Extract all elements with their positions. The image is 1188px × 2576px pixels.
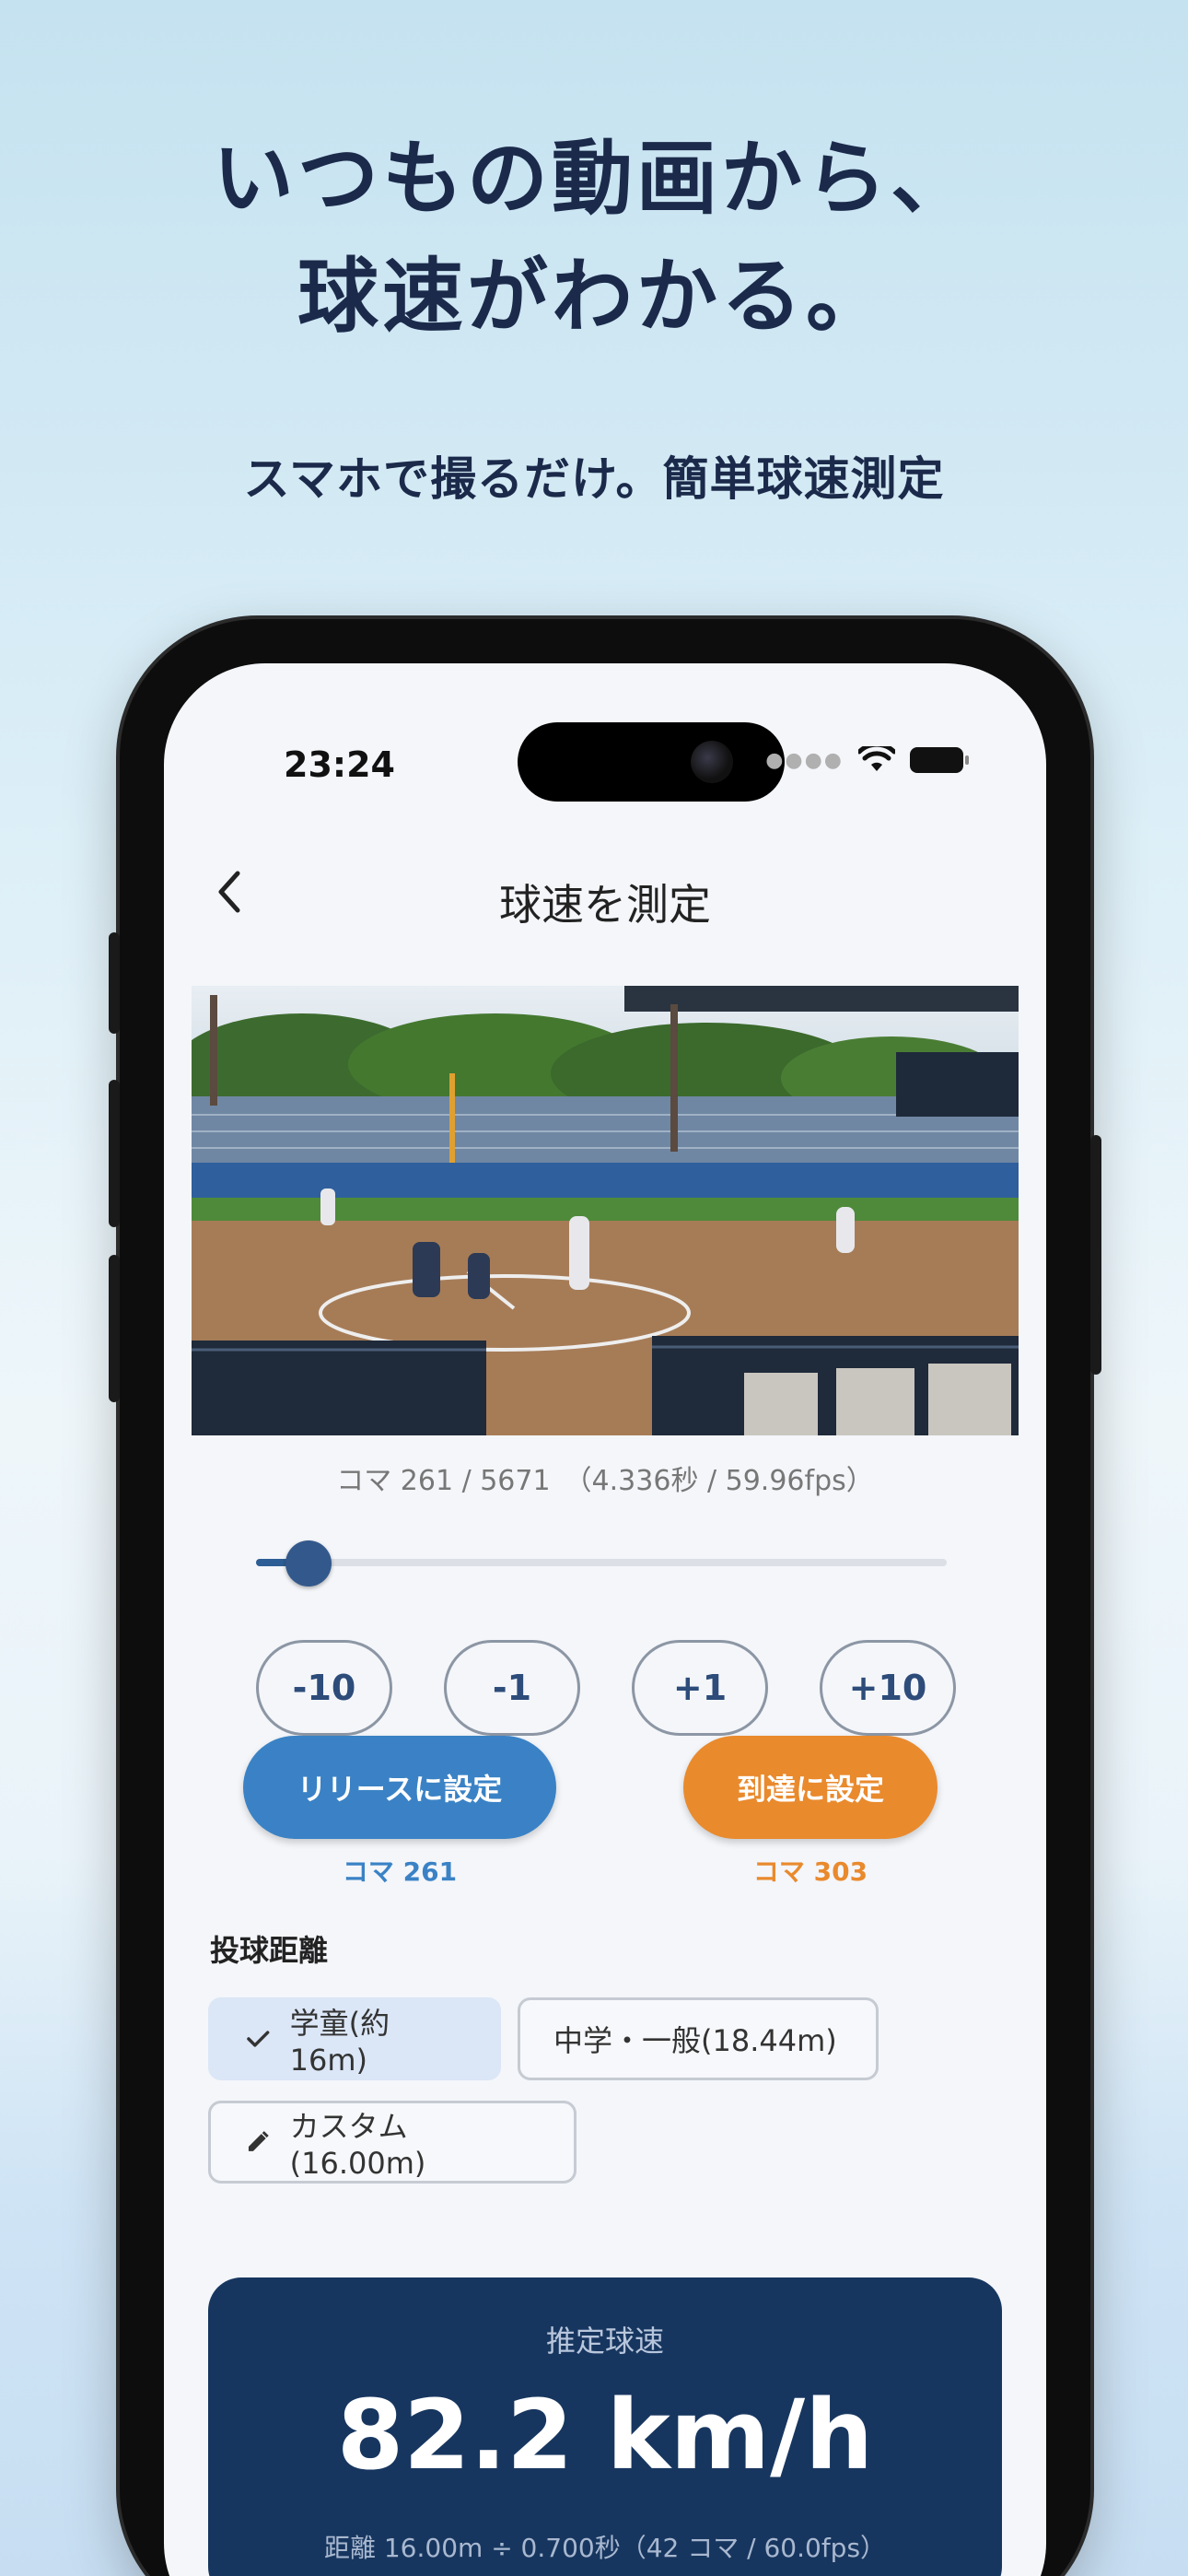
volume-up-button [109,1080,120,1227]
arrival-frame-label: コマ 303 [752,1856,868,1887]
step-plus-1-button[interactable]: +1 [632,1640,768,1736]
distance-chip-label: 中学・一般(18.44m) [553,2023,837,2058]
distance-chip-label: 学童(約16m) [289,2006,390,2078]
phone-frame: 23:24 ●●●● 球速を測定 コマ 261 / 5671 （4.336秒 /… [109,619,1101,2576]
headline: いつもの動画から、 球速がわかる。 [0,120,1188,356]
distance-section-title: 投球距離 [210,1933,329,1968]
frame-slider[interactable] [256,1535,947,1590]
step-plus-10-button[interactable]: +10 [820,1640,956,1736]
distance-chip-youth[interactable]: 学童(約16m) [208,1997,501,2080]
speed-result-card: 推定球速 82.2 km/h 距離 16.00m ÷ 0.700秒（42 コマ … [208,2277,1002,2576]
step-minus-10-button[interactable]: -10 [256,1640,392,1736]
distance-chip-custom[interactable]: カスタム(16.00m) [208,2101,577,2184]
headline-line-1: いつもの動画から、 [212,131,975,226]
result-speed-value: 82.2 km/h [336,2379,874,2491]
app-screen: 23:24 ●●●● 球速を測定 コマ 261 / 5671 （4.336秒 /… [164,663,1046,2576]
frame-info: コマ 261 / 5671 （4.336秒 / 59.96fps） [336,1465,874,1497]
volume-down-button [109,1255,120,1402]
video-frame[interactable] [192,986,1019,1435]
wifi-icon [858,746,895,771]
slider-track [256,1559,947,1566]
release-frame-label: コマ 261 [342,1856,458,1887]
slider-thumb[interactable] [285,1540,332,1587]
headline-line-2: 球速がわかる。 [297,249,891,344]
mute-switch [109,932,120,1034]
result-detail: 距離 16.00m ÷ 0.700秒（42 コマ / 60.0fps） [323,2533,887,2563]
camera-icon [691,741,733,783]
check-icon [247,2031,270,2047]
subline: スマホで撮るだけ。簡単球速測定 [243,452,945,506]
dynamic-island [518,722,785,802]
status-icons: ●●●● [765,746,969,774]
battery-icon [910,747,969,773]
page-title: 球速を測定 [499,880,711,930]
signal-dots-icon: ●●●● [765,748,844,772]
step-buttons: -10 -1 +1 +10 [256,1640,956,1736]
power-button [1090,1135,1101,1375]
step-minus-1-button[interactable]: -1 [444,1640,580,1736]
status-time: 23:24 [284,744,395,785]
baseball-scene-image [192,986,1019,1435]
pencil-icon [248,2131,269,2151]
distance-chip-general[interactable]: 中学・一般(18.44m) [518,1997,879,2080]
set-release-button[interactable]: リリースに設定 [243,1736,556,1839]
result-label: 推定球速 [545,2324,664,2359]
nav-bar: 球速を測定 [164,838,1046,949]
set-arrival-button[interactable]: 到達に設定 [683,1736,938,1839]
distance-chip-label: カスタム(16.00m) [289,2109,426,2181]
